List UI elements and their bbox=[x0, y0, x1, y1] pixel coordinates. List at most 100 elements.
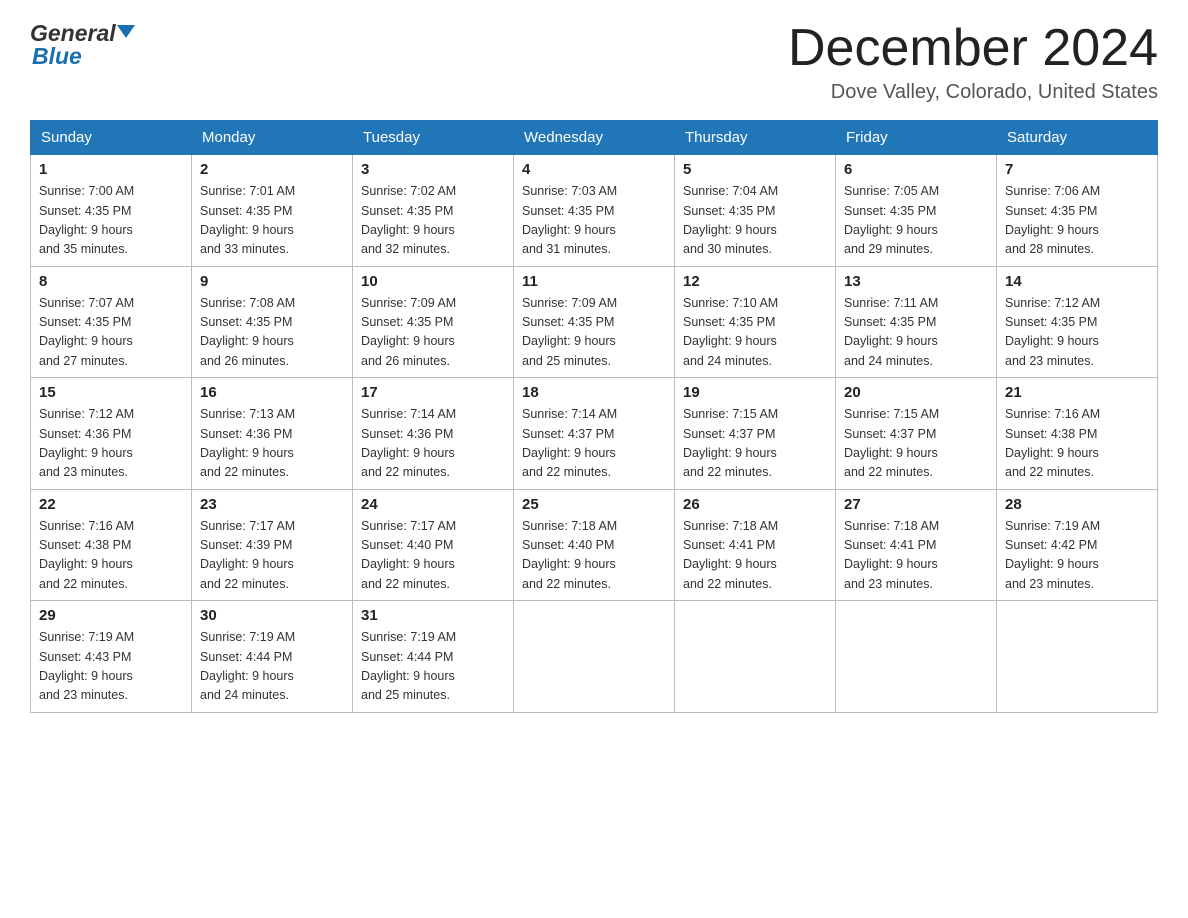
day-info: Sunrise: 7:18 AMSunset: 4:41 PMDaylight:… bbox=[683, 517, 827, 595]
day-number: 9 bbox=[200, 273, 344, 290]
calendar-body: 1 Sunrise: 7:00 AMSunset: 4:35 PMDaylight… bbox=[31, 155, 1158, 713]
day-number: 15 bbox=[39, 384, 183, 401]
day-info: Sunrise: 7:08 AMSunset: 4:35 PMDaylight:… bbox=[200, 294, 344, 372]
day-number: 26 bbox=[683, 496, 827, 513]
calendar-cell: 25 Sunrise: 7:18 AMSunset: 4:40 PMDayligh… bbox=[514, 489, 675, 601]
calendar-cell: 18 Sunrise: 7:14 AMSunset: 4:37 PMDayligh… bbox=[514, 378, 675, 490]
day-info: Sunrise: 7:02 AMSunset: 4:35 PMDaylight:… bbox=[361, 182, 505, 260]
calendar-cell: 4Sunrise: 7:03 AMSunset: 4:35 PMDaylight… bbox=[514, 155, 675, 267]
month-title: December 2024 bbox=[788, 20, 1158, 77]
day-info: Sunrise: 7:18 AMSunset: 4:40 PMDaylight:… bbox=[522, 517, 666, 595]
weekday-header-wednesday: Wednesday bbox=[514, 121, 675, 155]
day-number: 3 bbox=[361, 161, 505, 178]
calendar-cell: 21Sunrise: 7:16 AMSunset: 4:38 PMDayligh… bbox=[997, 378, 1158, 490]
calendar-cell bbox=[675, 601, 836, 713]
day-number: 13 bbox=[844, 273, 988, 290]
calendar-cell: 10 Sunrise: 7:09 AMSunset: 4:35 PMDayligh… bbox=[353, 266, 514, 378]
day-number: 24 bbox=[361, 496, 505, 513]
day-info: Sunrise: 7:15 AMSunset: 4:37 PMDaylight:… bbox=[683, 405, 827, 483]
day-info: Sunrise: 7:14 AMSunset: 4:36 PMDaylight:… bbox=[361, 405, 505, 483]
calendar-cell: 20 Sunrise: 7:15 AMSunset: 4:37 PMDayligh… bbox=[836, 378, 997, 490]
day-number: 11 bbox=[522, 273, 666, 290]
calendar-cell bbox=[836, 601, 997, 713]
calendar-table: SundayMondayTuesdayWednesdayThursdayFrid… bbox=[30, 120, 1158, 713]
logo-blue-text: Blue bbox=[32, 43, 135, 70]
day-number: 18 bbox=[522, 384, 666, 401]
day-number: 22 bbox=[39, 496, 183, 513]
day-number: 31 bbox=[361, 607, 505, 624]
day-info: Sunrise: 7:19 AMSunset: 4:44 PMDaylight:… bbox=[361, 628, 505, 706]
day-info: Sunrise: 7:11 AMSunset: 4:35 PMDaylight:… bbox=[844, 294, 988, 372]
day-number: 25 bbox=[522, 496, 666, 513]
location-text: Dove Valley, Colorado, United States bbox=[788, 81, 1158, 104]
day-info: Sunrise: 7:10 AMSunset: 4:35 PMDaylight:… bbox=[683, 294, 827, 372]
day-info: Sunrise: 7:17 AMSunset: 4:39 PMDaylight:… bbox=[200, 517, 344, 595]
day-info: Sunrise: 7:03 AMSunset: 4:35 PMDaylight:… bbox=[522, 182, 666, 260]
calendar-week-5: 29Sunrise: 7:19 AMSunset: 4:43 PMDayligh… bbox=[31, 601, 1158, 713]
day-number: 10 bbox=[361, 273, 505, 290]
day-info: Sunrise: 7:09 AMSunset: 4:35 PMDaylight:… bbox=[522, 294, 666, 372]
calendar-cell: 16 Sunrise: 7:13 AMSunset: 4:36 PMDayligh… bbox=[192, 378, 353, 490]
calendar-cell: 12 Sunrise: 7:10 AMSunset: 4:35 PMDayligh… bbox=[675, 266, 836, 378]
calendar-cell: 13 Sunrise: 7:11 AMSunset: 4:35 PMDayligh… bbox=[836, 266, 997, 378]
day-info: Sunrise: 7:09 AMSunset: 4:35 PMDaylight:… bbox=[361, 294, 505, 372]
day-number: 2 bbox=[200, 161, 344, 178]
calendar-cell: 8 Sunrise: 7:07 AMSunset: 4:35 PMDaylight… bbox=[31, 266, 192, 378]
logo-triangle-icon bbox=[117, 25, 135, 38]
day-number: 29 bbox=[39, 607, 183, 624]
day-number: 27 bbox=[844, 496, 988, 513]
calendar-cell: 17Sunrise: 7:14 AMSunset: 4:36 PMDayligh… bbox=[353, 378, 514, 490]
day-number: 7 bbox=[1005, 161, 1149, 178]
calendar-week-4: 22 Sunrise: 7:16 AMSunset: 4:38 PMDayligh… bbox=[31, 489, 1158, 601]
day-info: Sunrise: 7:05 AMSunset: 4:35 PMDaylight:… bbox=[844, 182, 988, 260]
calendar-cell: 27Sunrise: 7:18 AMSunset: 4:41 PMDayligh… bbox=[836, 489, 997, 601]
day-number: 16 bbox=[200, 384, 344, 401]
calendar-cell: 11 Sunrise: 7:09 AMSunset: 4:35 PMDayligh… bbox=[514, 266, 675, 378]
calendar-week-2: 8 Sunrise: 7:07 AMSunset: 4:35 PMDaylight… bbox=[31, 266, 1158, 378]
day-info: Sunrise: 7:16 AMSunset: 4:38 PMDaylight:… bbox=[39, 517, 183, 595]
weekday-header-sunday: Sunday bbox=[31, 121, 192, 155]
calendar-cell: 24 Sunrise: 7:17 AMSunset: 4:40 PMDayligh… bbox=[353, 489, 514, 601]
title-section: December 2024 Dove Valley, Colorado, Uni… bbox=[788, 20, 1158, 104]
calendar-cell bbox=[514, 601, 675, 713]
day-info: Sunrise: 7:17 AMSunset: 4:40 PMDaylight:… bbox=[361, 517, 505, 595]
calendar-cell bbox=[997, 601, 1158, 713]
calendar-cell: 3 Sunrise: 7:02 AMSunset: 4:35 PMDaylight… bbox=[353, 155, 514, 267]
day-number: 6 bbox=[844, 161, 988, 178]
logo: General Blue bbox=[30, 20, 135, 70]
calendar-cell: 29Sunrise: 7:19 AMSunset: 4:43 PMDayligh… bbox=[31, 601, 192, 713]
calendar-week-1: 1 Sunrise: 7:00 AMSunset: 4:35 PMDaylight… bbox=[31, 155, 1158, 267]
day-info: Sunrise: 7:14 AMSunset: 4:37 PMDaylight:… bbox=[522, 405, 666, 483]
weekday-header-tuesday: Tuesday bbox=[353, 121, 514, 155]
calendar-cell: 5Sunrise: 7:04 AMSunset: 4:35 PMDaylight… bbox=[675, 155, 836, 267]
weekday-header-friday: Friday bbox=[836, 121, 997, 155]
calendar-cell: 28 Sunrise: 7:19 AMSunset: 4:42 PMDayligh… bbox=[997, 489, 1158, 601]
weekday-header-thursday: Thursday bbox=[675, 121, 836, 155]
day-number: 28 bbox=[1005, 496, 1149, 513]
calendar-cell: 14Sunrise: 7:12 AMSunset: 4:35 PMDayligh… bbox=[997, 266, 1158, 378]
day-number: 23 bbox=[200, 496, 344, 513]
day-info: Sunrise: 7:06 AMSunset: 4:35 PMDaylight:… bbox=[1005, 182, 1149, 260]
calendar-cell: 30 Sunrise: 7:19 AMSunset: 4:44 PMDayligh… bbox=[192, 601, 353, 713]
calendar-cell: 26 Sunrise: 7:18 AMSunset: 4:41 PMDayligh… bbox=[675, 489, 836, 601]
day-info: Sunrise: 7:01 AMSunset: 4:35 PMDaylight:… bbox=[200, 182, 344, 260]
day-number: 12 bbox=[683, 273, 827, 290]
day-info: Sunrise: 7:07 AMSunset: 4:35 PMDaylight:… bbox=[39, 294, 183, 372]
day-info: Sunrise: 7:19 AMSunset: 4:44 PMDaylight:… bbox=[200, 628, 344, 706]
day-number: 20 bbox=[844, 384, 988, 401]
day-info: Sunrise: 7:00 AMSunset: 4:35 PMDaylight:… bbox=[39, 182, 183, 260]
calendar-cell: 15 Sunrise: 7:12 AMSunset: 4:36 PMDayligh… bbox=[31, 378, 192, 490]
day-number: 8 bbox=[39, 273, 183, 290]
day-info: Sunrise: 7:13 AMSunset: 4:36 PMDaylight:… bbox=[200, 405, 344, 483]
day-number: 1 bbox=[39, 161, 183, 178]
day-info: Sunrise: 7:04 AMSunset: 4:35 PMDaylight:… bbox=[683, 182, 827, 260]
day-info: Sunrise: 7:15 AMSunset: 4:37 PMDaylight:… bbox=[844, 405, 988, 483]
calendar-cell: 6 Sunrise: 7:05 AMSunset: 4:35 PMDaylight… bbox=[836, 155, 997, 267]
day-info: Sunrise: 7:16 AMSunset: 4:38 PMDaylight:… bbox=[1005, 405, 1149, 483]
day-info: Sunrise: 7:19 AMSunset: 4:42 PMDaylight:… bbox=[1005, 517, 1149, 595]
day-info: Sunrise: 7:12 AMSunset: 4:36 PMDaylight:… bbox=[39, 405, 183, 483]
day-info: Sunrise: 7:12 AMSunset: 4:35 PMDaylight:… bbox=[1005, 294, 1149, 372]
calendar-cell: 19Sunrise: 7:15 AMSunset: 4:37 PMDayligh… bbox=[675, 378, 836, 490]
day-number: 30 bbox=[200, 607, 344, 624]
weekday-header-row: SundayMondayTuesdayWednesdayThursdayFrid… bbox=[31, 121, 1158, 155]
